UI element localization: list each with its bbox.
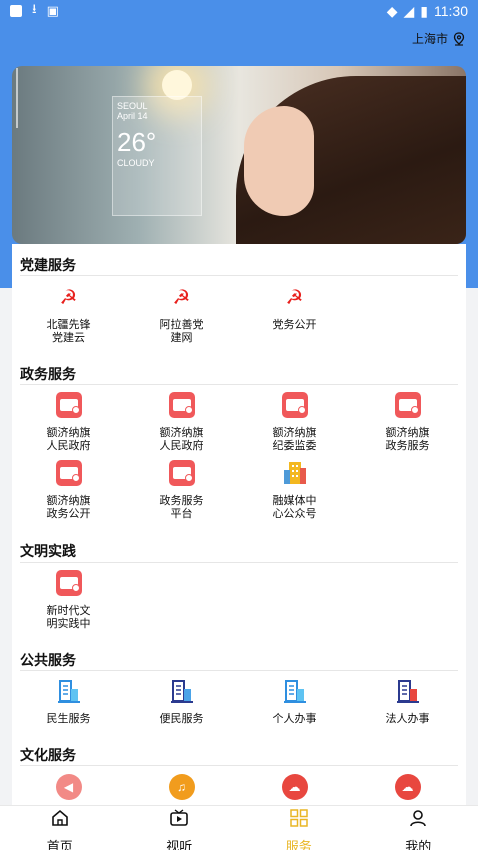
section-divider <box>20 670 458 671</box>
service-item-gov-6[interactable]: 政务服务 平台 <box>125 460 238 521</box>
service-label: 政务服务 平台 <box>159 495 204 520</box>
app-icon: ▣ <box>46 3 59 18</box>
nav-services[interactable]: 服务 <box>239 806 359 850</box>
service-item-beijiang[interactable]: ☭ 北疆先锋 党建云 <box>12 284 125 345</box>
weather-city: SEOUL <box>117 101 148 111</box>
office-building-icon <box>282 678 308 704</box>
service-label: 阿拉善党 建网 <box>159 319 204 344</box>
service-item-culture-2[interactable]: ♫ <box>125 774 238 800</box>
service-label: 额济纳旗 人民政府 <box>46 427 91 452</box>
service-label: 党务公开 <box>272 319 317 331</box>
service-label: 新时代文 明实践中 <box>46 605 91 630</box>
service-label: 额济纳旗 政务公开 <box>46 495 91 520</box>
office-building-icon <box>169 678 195 704</box>
office-building-icon <box>395 678 421 704</box>
bell-icon: ♫ <box>168 774 195 800</box>
video-icon <box>170 809 189 826</box>
service-label: 融媒体中 心公众号 <box>272 495 317 520</box>
bottom-navigation: 首页 视听 服务 我的 <box>0 805 478 850</box>
section-divider <box>20 384 458 385</box>
service-item-personal[interactable]: 个人办事 <box>238 678 351 726</box>
government-doc-icon <box>55 392 82 418</box>
weather-icon: ☁ <box>281 774 308 800</box>
section-title-culture: 文化服务 <box>20 747 76 763</box>
download-icon: ⭳ <box>32 1 37 16</box>
weather-temperature: 26° <box>117 127 157 157</box>
grid-icon <box>290 809 308 827</box>
office-building-icon <box>56 678 82 704</box>
service-item-gov-4[interactable]: 额济纳旗 政务服务 <box>351 392 464 453</box>
building-icon <box>282 460 308 486</box>
government-doc-icon <box>394 392 421 418</box>
user-icon <box>410 810 427 827</box>
service-label: 额济纳旗 纪委监委 <box>272 427 317 452</box>
service-item-legal-person[interactable]: 法人办事 <box>351 678 464 726</box>
clock: 11:30 <box>434 3 468 19</box>
service-label: 民生服务 <box>46 713 91 725</box>
service-item-party-affairs[interactable]: ☭ 党务公开 <box>238 284 351 332</box>
government-doc-icon <box>55 460 82 486</box>
weather-date: April 14 <box>117 111 148 121</box>
section-title-government: 政务服务 <box>20 366 76 382</box>
services-card: 党建服务 ☭ 北疆先锋 党建云 ☭ 阿拉善党 建网 ☭ 党务公开 政务服务 额济… <box>12 244 466 805</box>
service-label: 额济纳旗 人民政府 <box>159 427 204 452</box>
party-emblem-icon: ☭ <box>59 286 78 309</box>
service-item-media-center[interactable]: 融媒体中 心公众号 <box>238 460 351 521</box>
government-doc-icon <box>168 392 195 418</box>
service-item-gov-5[interactable]: 额济纳旗 政务公开 <box>12 460 125 521</box>
weather-condition: CLOUDY <box>117 158 155 168</box>
service-item-culture-3[interactable]: ☁ <box>238 774 351 800</box>
government-doc-icon <box>55 570 82 596</box>
service-item-gov-3[interactable]: 额济纳旗 纪委监委 <box>238 392 351 453</box>
service-item-convenience[interactable]: 便民服务 <box>125 678 238 726</box>
notification-icon <box>10 5 22 17</box>
nav-label: 首页 <box>46 839 73 850</box>
service-label: 便民服务 <box>159 713 204 725</box>
service-item-culture-4[interactable]: ☁ <box>351 774 464 800</box>
service-label: 额济纳旗 政务服务 <box>385 427 430 452</box>
weather-widget: SEOUL April 14 26° CLOUDY <box>112 96 202 216</box>
service-item-culture-1[interactable]: ◀ <box>12 774 125 800</box>
city-label: 上海市 <box>411 32 448 46</box>
signal-icon: ◢ <box>403 2 415 19</box>
service-label: 个人办事 <box>272 713 317 725</box>
service-item-gov-1[interactable]: 额济纳旗 人民政府 <box>12 392 125 453</box>
status-bar: ⭳ ▣ ◆ ◢ ▮ 11:30 <box>0 0 478 22</box>
banner-photo-face <box>244 106 314 216</box>
service-item-alashan[interactable]: ☭ 阿拉善党 建网 <box>125 284 238 345</box>
banner-decoration <box>16 68 26 128</box>
nav-label: 服务 <box>285 839 312 850</box>
nav-home[interactable]: 首页 <box>0 806 120 850</box>
section-divider <box>20 562 458 563</box>
city-selector[interactable]: 上海市 <box>412 30 466 47</box>
wifi-icon: ◆ <box>386 2 398 19</box>
section-divider <box>20 275 458 276</box>
nav-label: 我的 <box>405 839 432 850</box>
service-item-gov-2[interactable]: 额济纳旗 人民政府 <box>125 392 238 453</box>
section-divider <box>20 765 458 766</box>
battery-icon: ▮ <box>420 2 428 19</box>
weather-icon: ☁ <box>394 774 421 800</box>
home-icon <box>51 809 68 826</box>
service-label: 北疆先锋 党建云 <box>46 319 91 344</box>
hero-banner[interactable]: SEOUL April 14 26° CLOUDY <box>12 66 466 244</box>
nav-mine[interactable]: 我的 <box>359 806 478 850</box>
service-label: 法人办事 <box>385 713 430 725</box>
government-doc-icon <box>281 392 308 418</box>
section-title-party: 党建服务 <box>20 257 76 273</box>
nav-label: 视听 <box>166 839 193 850</box>
party-emblem-icon: ☭ <box>172 286 191 309</box>
speaker-icon: ◀ <box>55 774 82 800</box>
government-doc-icon <box>168 460 195 486</box>
party-emblem-icon: ☭ <box>285 286 304 309</box>
section-title-civilization: 文明实践 <box>20 543 76 559</box>
location-pin-icon <box>453 31 465 46</box>
service-item-civilization-center[interactable]: 新时代文 明实践中 <box>12 570 125 631</box>
service-item-livelihood[interactable]: 民生服务 <box>12 678 125 726</box>
section-title-public: 公共服务 <box>20 652 76 668</box>
nav-video[interactable]: 视听 <box>120 806 240 850</box>
